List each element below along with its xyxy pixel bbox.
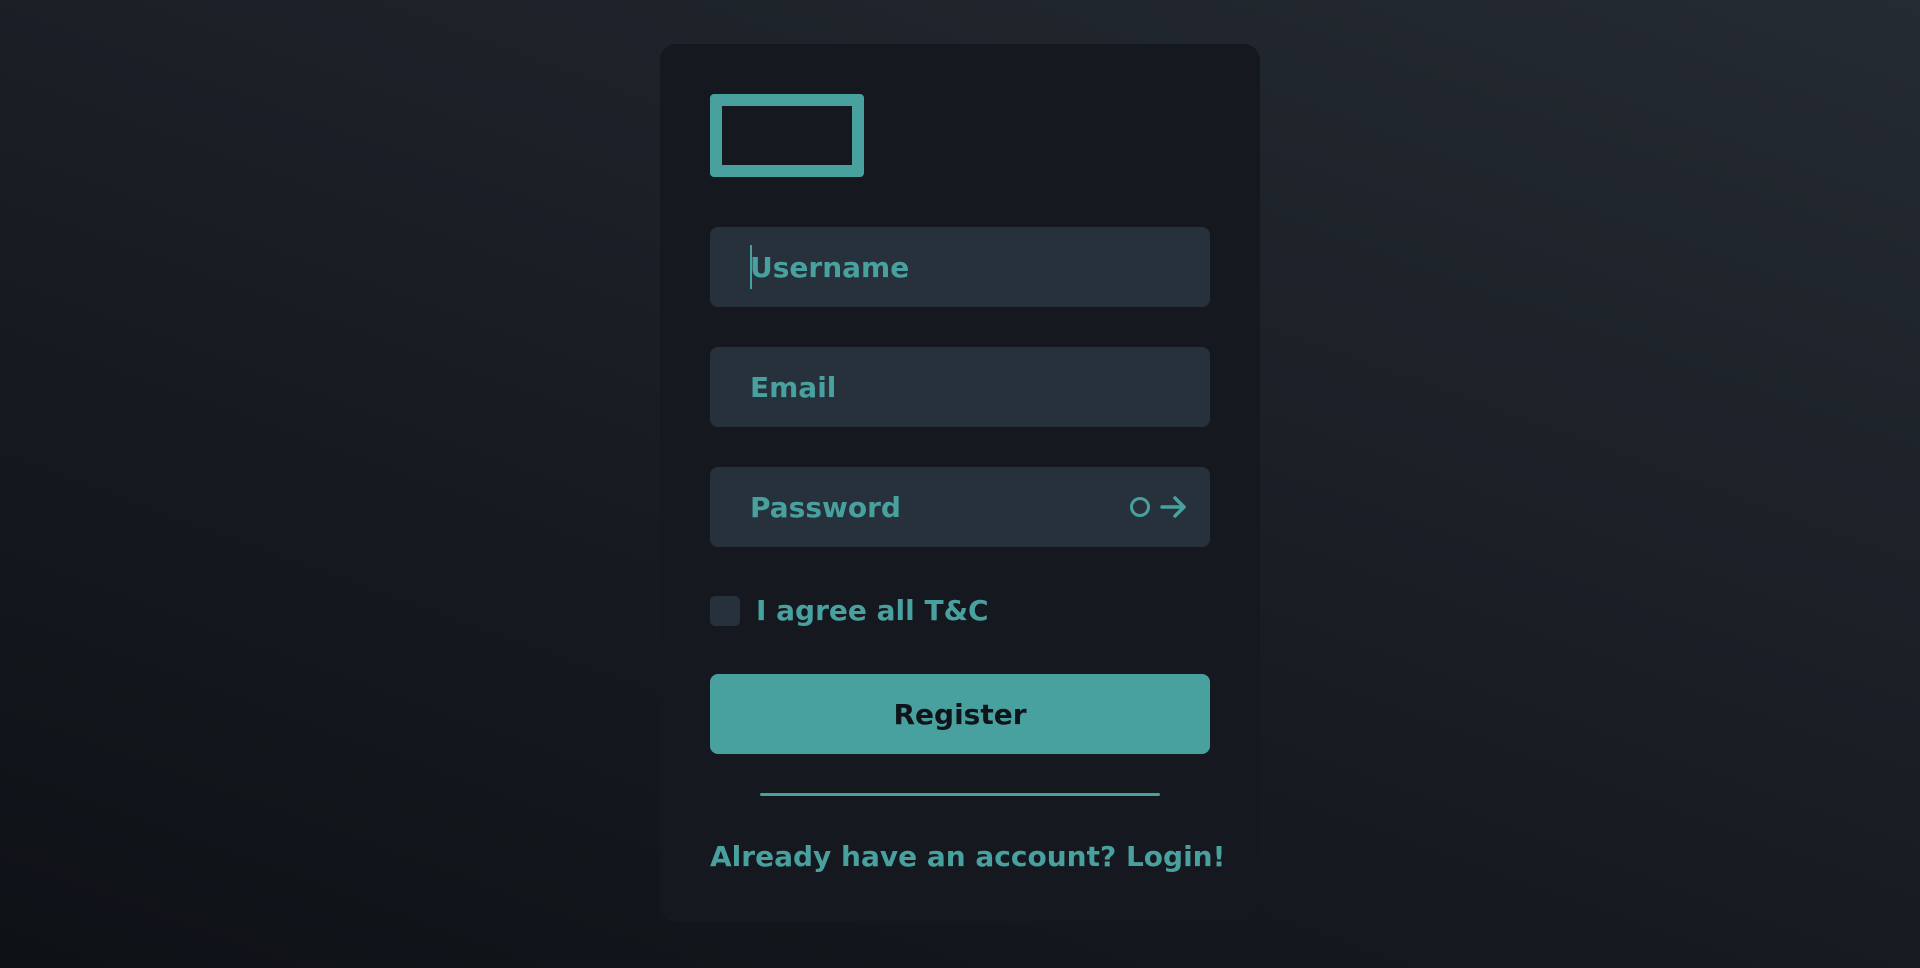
terms-row: I agree all T&C xyxy=(710,594,989,627)
divider xyxy=(760,793,1160,796)
username-input[interactable]: Username xyxy=(710,227,1210,307)
logo-icon xyxy=(710,94,864,177)
email-input[interactable]: Email xyxy=(710,347,1210,427)
arrow-right-icon[interactable] xyxy=(1160,495,1188,519)
password-controls xyxy=(1130,467,1188,547)
password-placeholder: Password xyxy=(750,490,901,524)
terms-checkbox[interactable] xyxy=(710,595,740,626)
login-link[interactable]: Already have an account? Login! xyxy=(710,840,1225,873)
register-card: Username Email Password I agree all T&C … xyxy=(660,44,1260,922)
terms-label: I agree all T&C xyxy=(756,594,989,627)
password-input[interactable]: Password xyxy=(710,467,1210,547)
email-placeholder: Email xyxy=(750,370,837,404)
register-button[interactable]: Register xyxy=(710,674,1210,754)
username-placeholder: Username xyxy=(750,250,910,284)
circle-icon[interactable] xyxy=(1130,497,1150,517)
